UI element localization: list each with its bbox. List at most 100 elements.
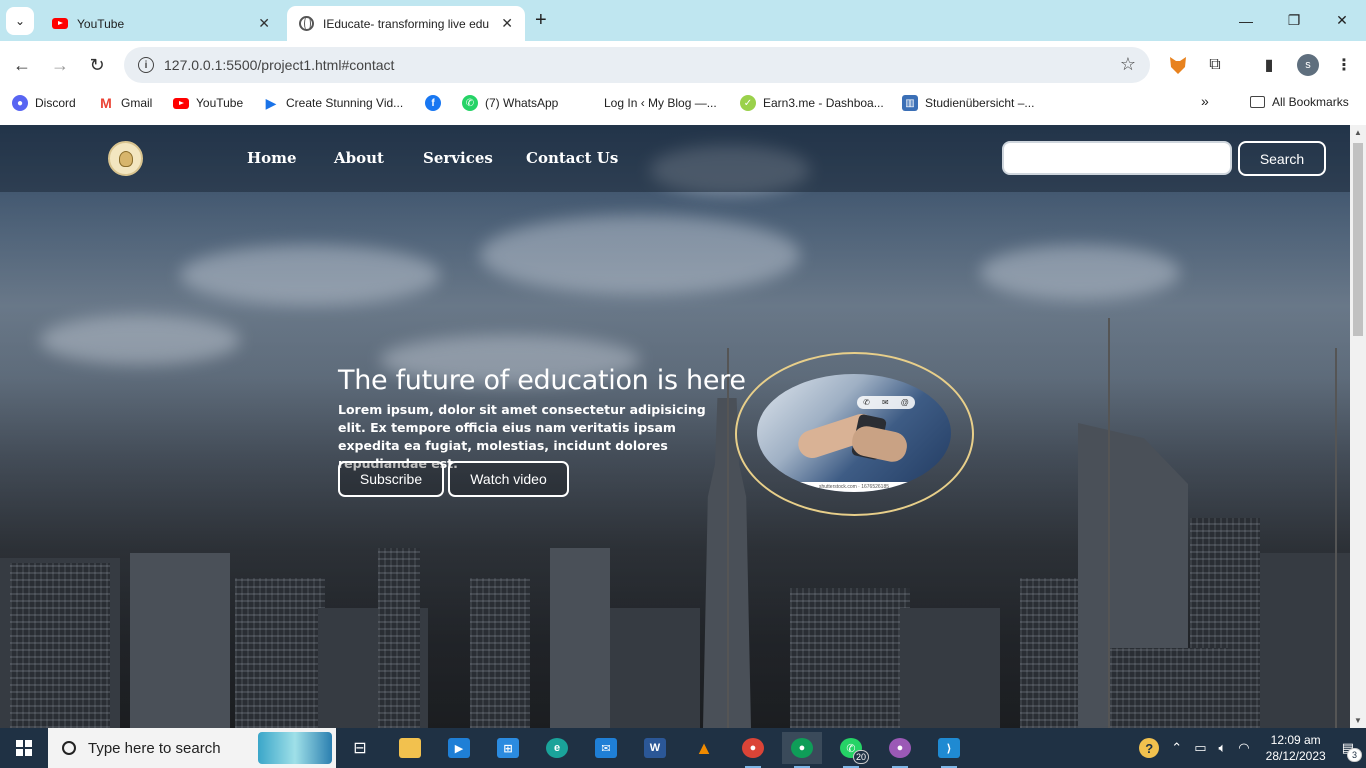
city-building [900,608,1000,728]
whatsapp-badge: 20 [852,750,869,764]
nav-link-about[interactable]: About [334,149,384,167]
bookmark-star-icon[interactable]: ☆ [1120,54,1136,75]
city-building [235,578,325,728]
bookmark-whatsapp[interactable]: ✆ (7) WhatsApp [462,95,558,111]
chrome-profile-icon[interactable]: ● [880,732,920,768]
site-navbar: Home About Services Contact Us Search [0,125,1350,192]
blank-page-icon [581,95,597,111]
bookmark-video-maker[interactable]: ▶ Create Stunning Vid... [263,95,404,111]
site-logo[interactable] [108,141,143,176]
extensions-icon[interactable]: ⧉ [1203,53,1227,77]
page-scrollbar[interactable]: ▲ ▼ [1350,125,1366,728]
web-page-viewport[interactable]: Home About Services Contact Us Search Th… [0,125,1350,728]
contact-icons-pill: ✆ ✉ @ [857,396,915,409]
bookmark-label: Studienübersicht –... [925,96,1035,110]
city-building [1020,578,1080,728]
menu-dots-icon[interactable]: ⋮ [1332,53,1356,77]
new-tab-button[interactable]: + [535,9,547,32]
logo-avatar-icon [118,150,133,167]
volume-icon[interactable]: 🔈︎ [1218,740,1226,756]
network-icon[interactable]: ▭ [1194,740,1206,756]
tab-ieducate[interactable]: IEducate- transforming live edu ✕ [287,6,525,41]
bookmark-label: Create Stunning Vid... [286,96,404,110]
file-explorer-icon[interactable] [390,732,430,764]
youtube-icon [52,18,68,29]
metamask-icon[interactable] [1166,53,1190,77]
nav-link-home[interactable]: Home [247,149,297,167]
bookmark-gmail[interactable]: M Gmail [98,95,152,111]
word-icon[interactable]: W [635,732,675,764]
browser-toolbar: ← → ↻ i 127.0.0.1:5500/project1.html#con… [0,41,1366,89]
discord-icon: ● [12,95,28,111]
antenna-spire [1108,318,1110,728]
earn3-icon: ✓ [740,95,756,111]
tab-search-button[interactable]: ⌄ [6,7,34,35]
back-button[interactable]: ← [10,53,34,77]
background-cloud [180,245,440,305]
close-icon[interactable]: ✕ [501,15,513,32]
city-building [378,548,420,728]
taskbar-search-placeholder: Type here to search [88,739,221,757]
city-building [790,588,910,728]
chrome-icon[interactable]: ● [733,732,773,768]
start-button[interactable] [0,728,48,768]
profile-avatar[interactable]: s [1296,53,1320,77]
bookmark-blog-login[interactable]: Log In ‹ My Blog —... [581,95,717,111]
at-icon: @ [900,398,909,407]
tab-youtube[interactable]: YouTube ✕ [40,6,282,41]
bookmark-facebook[interactable]: f [425,95,448,111]
scroll-down-arrow-icon[interactable]: ▼ [1354,716,1362,725]
microsoft-store-icon[interactable]: ⊞ [488,732,528,764]
scrollbar-thumb[interactable] [1353,143,1363,336]
scroll-up-arrow-icon[interactable]: ▲ [1354,128,1362,137]
taskbar-search-box[interactable]: Type here to search [48,728,336,768]
site-search-input[interactable] [1002,141,1232,175]
vscode-icon[interactable]: ⟩ [929,732,969,768]
wifi-icon[interactable]: ◠ [1238,740,1249,756]
all-bookmarks-button[interactable]: All Bookmarks [1250,95,1349,109]
search-highlight-image [258,732,332,764]
city-building [1110,648,1230,728]
vlc-icon[interactable]: ▲ [684,732,724,764]
bookmark-discord[interactable]: ● Discord [12,95,76,111]
restore-button[interactable]: ❐ [1270,0,1318,41]
address-text: 127.0.0.1:5500/project1.html#contact [164,57,395,73]
side-panel-icon[interactable]: ▮ [1257,53,1281,77]
notifications-icon[interactable]: ▤ 3 [1342,740,1362,762]
background-cloud [980,245,1180,300]
chrome-profile-icon[interactable]: ● [782,732,822,768]
contact-phone-image: ✆ ✉ @ shutterstock.com · 1676526185 [757,374,951,492]
nav-link-services[interactable]: Services [423,149,493,167]
edge-icon[interactable]: e [537,732,577,764]
hero-title: The future of education is here [338,365,746,396]
watch-video-button[interactable]: Watch video [448,461,569,497]
facebook-icon: f [425,95,441,111]
address-bar[interactable]: i 127.0.0.1:5500/project1.html#contact ☆ [124,47,1150,83]
bookmark-studies[interactable]: ▥ Studienübersicht –... [902,95,1034,111]
all-bookmarks-label: All Bookmarks [1272,95,1349,109]
site-search-button[interactable]: Search [1238,141,1326,176]
close-icon[interactable]: ✕ [258,15,270,32]
more-bookmarks-chevron-icon[interactable]: » [1201,93,1209,109]
bookmark-youtube[interactable]: YouTube [173,95,243,111]
forward-button[interactable]: → [48,53,72,77]
subscribe-button[interactable]: Subscribe [338,461,444,497]
clock[interactable]: 12:09 am 28/12/2023 [1266,732,1326,764]
reload-button[interactable]: ↻ [85,53,109,77]
nav-link-contact[interactable]: Contact Us [526,149,618,167]
background-cloud [480,215,800,295]
task-view-icon[interactable]: ⊟ [340,732,380,764]
bookmark-earn3[interactable]: ✓ Earn3.me - Dashboa... [740,95,884,111]
mail-icon[interactable]: ✉ [586,732,626,764]
city-building [470,578,530,728]
site-info-icon[interactable]: i [138,57,154,73]
city-building [10,563,110,728]
tab-label: IEducate- transforming live edu [323,16,490,31]
minimize-button[interactable]: — [1222,0,1270,41]
help-icon[interactable]: ? [1139,738,1160,758]
close-window-button[interactable]: ✕ [1318,0,1366,41]
chevron-up-icon[interactable]: ⌃ [1171,740,1182,756]
youtube-icon [173,95,189,111]
whatsapp-app-icon[interactable]: ✆ 20 [831,732,871,768]
media-player-icon[interactable]: ▶ [439,732,479,764]
